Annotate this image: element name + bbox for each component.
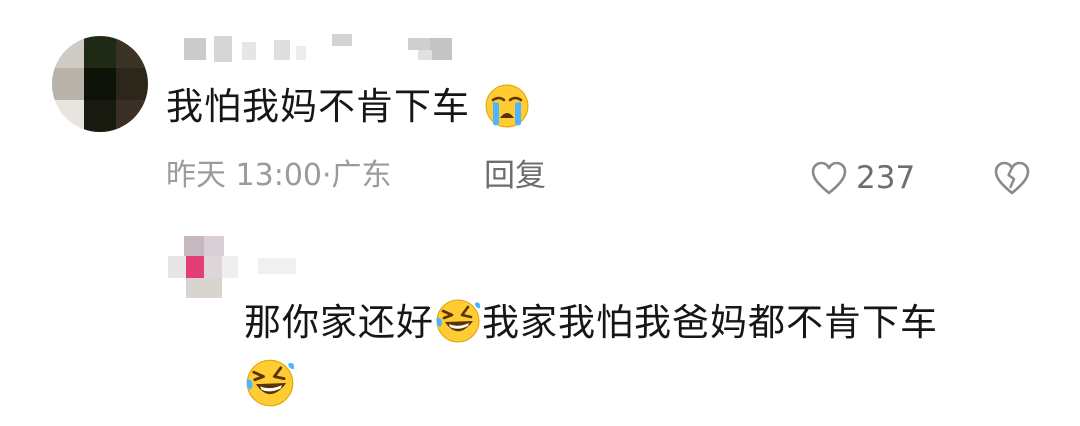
reply-text-part2: 我家我怕我爸妈都不肯下车 bbox=[482, 301, 938, 344]
reply-avatar[interactable] bbox=[168, 236, 238, 300]
comment-location: 广东 bbox=[331, 158, 392, 193]
like-button[interactable]: 237 bbox=[810, 156, 915, 200]
comment-text: 我怕我妈不肯下车 bbox=[166, 80, 531, 134]
loudly-crying-face-icon bbox=[483, 82, 531, 130]
reply-text-part1: 那你家还好 bbox=[244, 301, 434, 344]
comment-meta: 昨天 13:00·广东 bbox=[166, 156, 392, 196]
username-redacted[interactable] bbox=[184, 34, 464, 62]
meta-separator: · bbox=[322, 158, 332, 193]
avatar[interactable] bbox=[52, 36, 148, 132]
comment-body: 我怕我妈不肯下车 bbox=[166, 85, 470, 128]
like-count: 237 bbox=[856, 160, 916, 196]
rolling-on-floor-laughing-icon bbox=[434, 297, 482, 345]
dislike-button[interactable] bbox=[992, 158, 1032, 198]
reply-button[interactable]: 回复 bbox=[484, 156, 546, 196]
broken-heart-icon[interactable] bbox=[992, 158, 1032, 198]
comment-time: 昨天 13:00 bbox=[166, 158, 322, 193]
reply-username-redacted[interactable] bbox=[258, 256, 298, 276]
reply-text: 那你家还好 我家我怕我爸妈都不肯下车 bbox=[244, 294, 1044, 410]
rolling-on-floor-laughing-icon bbox=[244, 357, 296, 409]
heart-icon[interactable] bbox=[810, 160, 848, 196]
